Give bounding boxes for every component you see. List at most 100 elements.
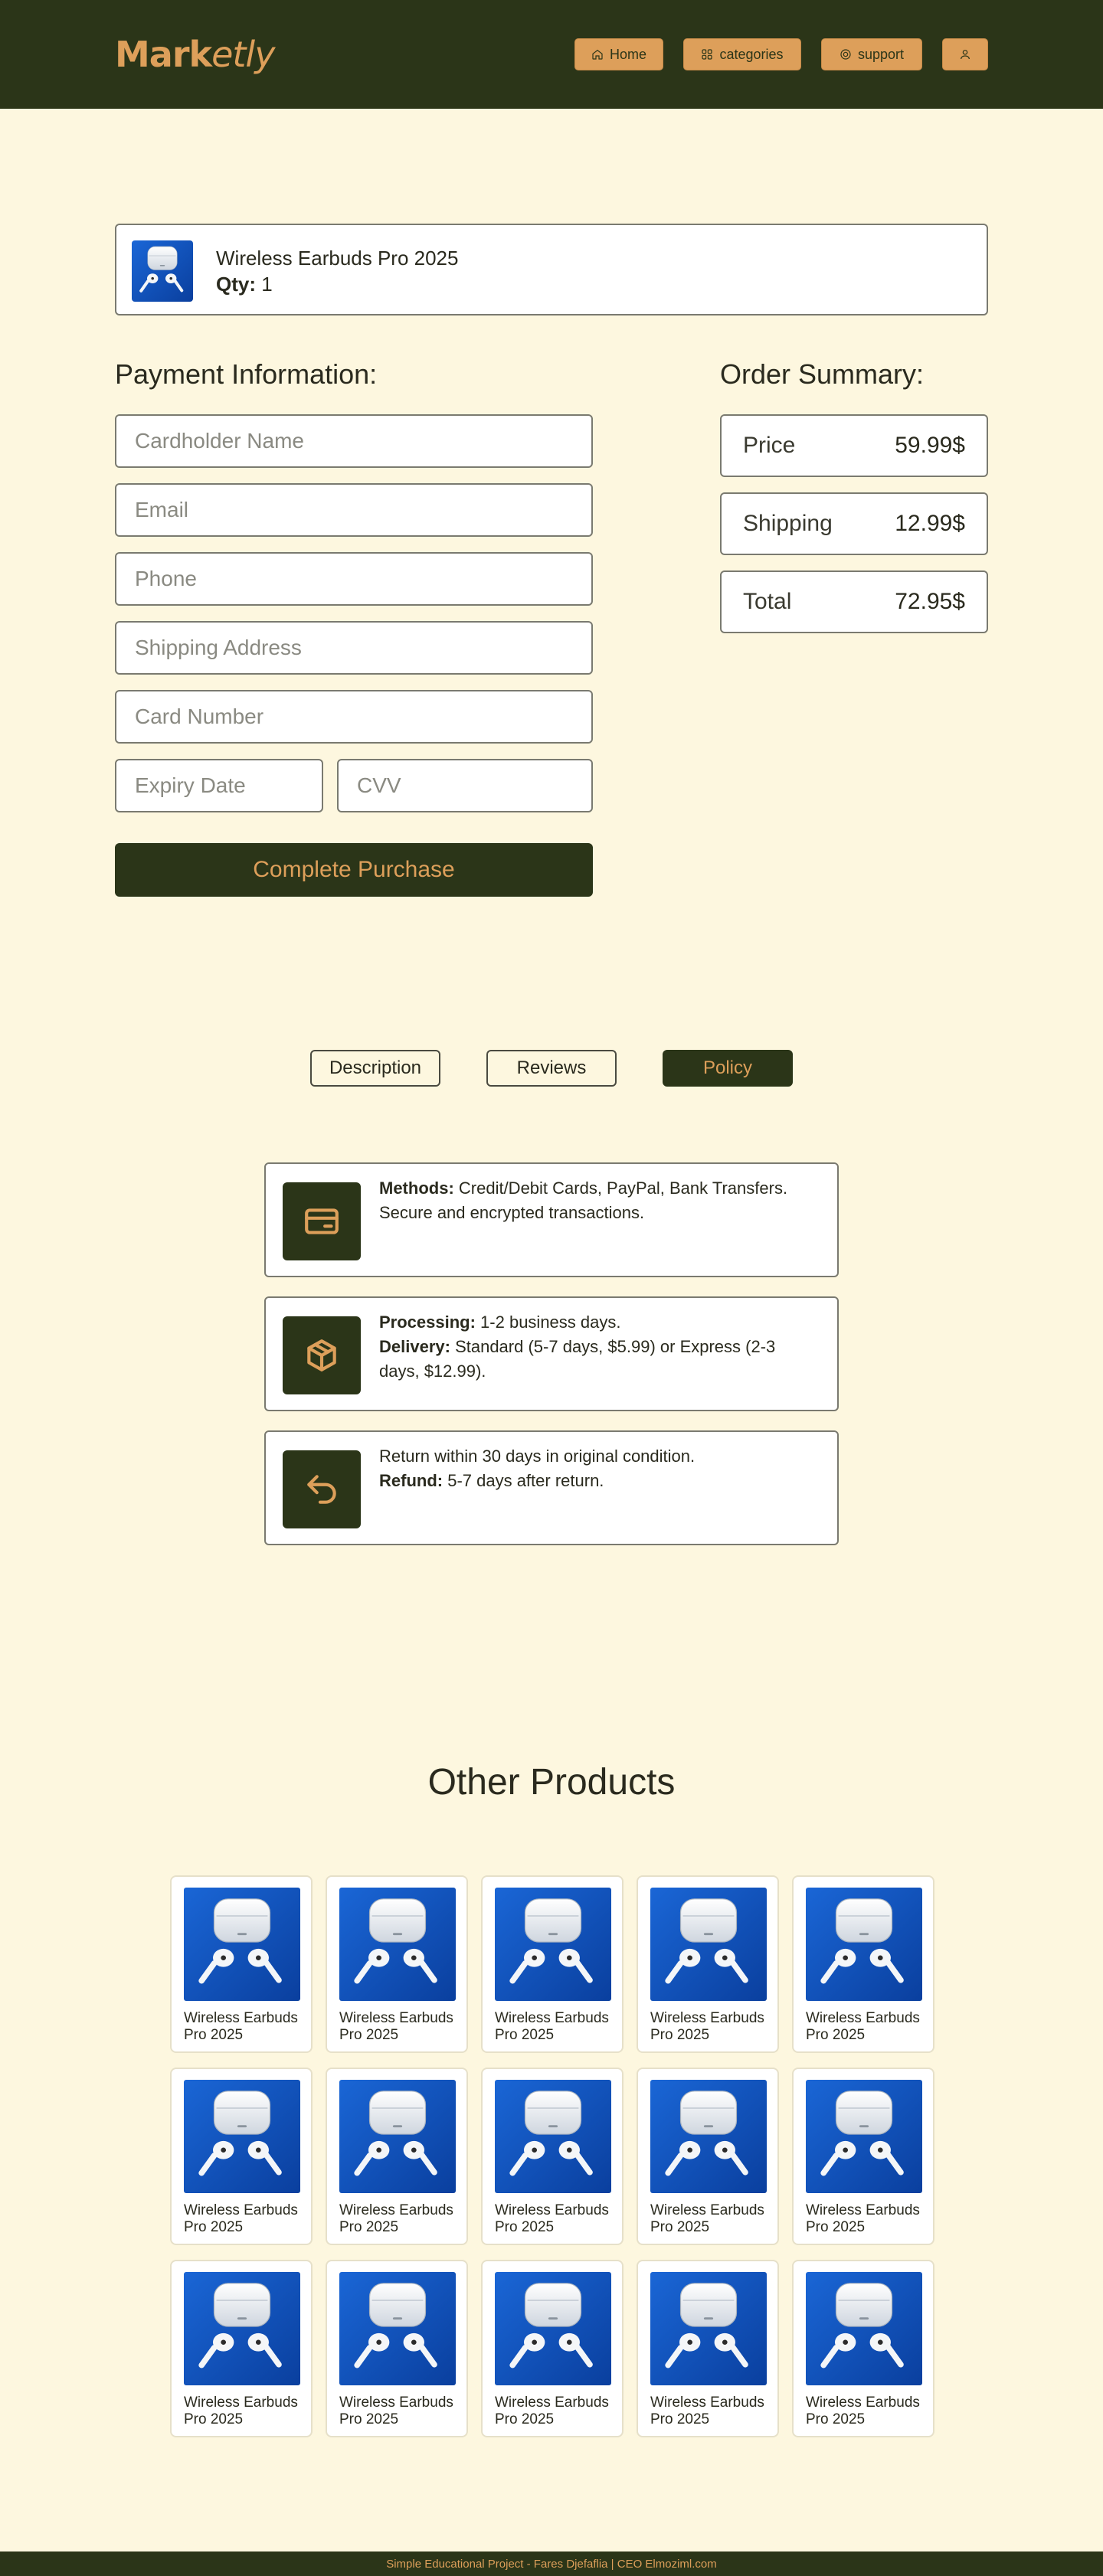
nav-categories-label: categories [719, 46, 784, 62]
product-name: Wireless Earbuds Pro 2025 [339, 2395, 453, 2427]
product-name: Wireless Earbuds Pro 2025 [495, 2202, 609, 2235]
product-image [650, 2272, 767, 2385]
product-image [806, 2272, 922, 2385]
shipping-address-input[interactable] [115, 621, 593, 675]
refund-text: 5-7 days after return. [443, 1471, 604, 1490]
cardholder-name-input[interactable] [115, 414, 593, 468]
product-card[interactable]: Wireless Earbuds Pro 2025 [637, 1875, 779, 2053]
product-image [806, 2080, 922, 2193]
nav-categories-button[interactable]: categories [683, 38, 801, 70]
product-card[interactable]: Wireless Earbuds Pro 2025 [792, 2260, 934, 2437]
top-navbar: Marketly Home categories support [0, 0, 1103, 109]
product-name: Wireless Earbuds Pro 2025 [495, 2010, 609, 2043]
methods-text: Credit/Debit Cards, PayPal, Bank Transfe… [453, 1178, 788, 1198]
product-image [184, 2080, 300, 2193]
expiry-date-input[interactable] [115, 759, 323, 812]
cart-item-name: Wireless Earbuds Pro 2025 [216, 247, 459, 270]
product-card[interactable]: Wireless Earbuds Pro 2025 [326, 2260, 468, 2437]
product-name: Wireless Earbuds Pro 2025 [184, 2010, 298, 2043]
product-thumbnail [132, 240, 193, 302]
summary-label: Price [743, 433, 796, 458]
product-image [184, 1888, 300, 2001]
product-name: Wireless Earbuds Pro 2025 [184, 2395, 298, 2427]
product-image [495, 1888, 611, 2001]
product-card[interactable]: Wireless Earbuds Pro 2025 [637, 2260, 779, 2437]
delivery-label: Delivery: [379, 1337, 450, 1356]
product-card[interactable]: Wireless Earbuds Pro 2025 [481, 2260, 624, 2437]
summary-row-shipping: Shipping 12.99$ [720, 492, 988, 555]
tab-description[interactable]: Description [310, 1050, 440, 1087]
email-input[interactable] [115, 483, 593, 537]
qty-label: Qty: [216, 273, 256, 296]
product-image [495, 2272, 611, 2385]
policy-card-returns: Return within 30 days in original condit… [264, 1430, 839, 1545]
payment-title: Payment Information: [115, 358, 378, 390]
logo-italic-text: etly [211, 34, 275, 75]
product-card[interactable]: Wireless Earbuds Pro 2025 [170, 2260, 313, 2437]
product-card[interactable]: Wireless Earbuds Pro 2025 [792, 1875, 934, 2053]
product-card[interactable]: Wireless Earbuds Pro 2025 [481, 1875, 624, 2053]
policy-card-payment: Methods: Credit/Debit Cards, PayPal, Ban… [264, 1162, 839, 1277]
policy-text: Return within 30 days in original condit… [379, 1444, 816, 1493]
logo[interactable]: Marketly [115, 34, 275, 75]
tab-policy[interactable]: Policy [663, 1050, 793, 1087]
summary-label: Shipping [743, 511, 833, 536]
policy-card-shipping: Processing: 1-2 business days. Delivery:… [264, 1296, 839, 1411]
product-name: Wireless Earbuds Pro 2025 [806, 2395, 920, 2427]
product-card[interactable]: Wireless Earbuds Pro 2025 [792, 2068, 934, 2245]
product-card[interactable]: Wireless Earbuds Pro 2025 [326, 1875, 468, 2053]
product-image [339, 1888, 456, 2001]
qty-value: 1 [261, 273, 273, 296]
tab-reviews[interactable]: Reviews [486, 1050, 617, 1087]
other-products-title: Other Products [427, 1762, 676, 1803]
summary-value: 12.99$ [895, 511, 965, 536]
product-name: Wireless Earbuds Pro 2025 [495, 2395, 609, 2427]
policy-text: Processing: 1-2 business days. Delivery:… [379, 1310, 816, 1384]
credit-card-icon [283, 1182, 361, 1260]
cvv-input[interactable] [337, 759, 593, 812]
product-card[interactable]: Wireless Earbuds Pro 2025 [637, 2068, 779, 2245]
return-arrow-icon [283, 1450, 361, 1528]
product-card[interactable]: Wireless Earbuds Pro 2025 [170, 2068, 313, 2245]
refund-label: Refund: [379, 1471, 443, 1490]
product-image [339, 2272, 456, 2385]
product-name: Wireless Earbuds Pro 2025 [806, 2010, 920, 2043]
secure-text: Secure and encrypted transactions. [379, 1203, 645, 1222]
product-card[interactable]: Wireless Earbuds Pro 2025 [326, 2068, 468, 2245]
home-icon [592, 49, 603, 60]
product-card[interactable]: Wireless Earbuds Pro 2025 [481, 2068, 624, 2245]
product-name: Wireless Earbuds Pro 2025 [339, 2010, 453, 2043]
policy-text: Methods: Credit/Debit Cards, PayPal, Ban… [379, 1176, 816, 1225]
nav-account-button[interactable] [942, 38, 988, 70]
product-image [184, 2272, 300, 2385]
product-name: Wireless Earbuds Pro 2025 [650, 2202, 764, 2235]
logo-bold-text: Mark [115, 34, 212, 75]
product-card[interactable]: Wireless Earbuds Pro 2025 [170, 1875, 313, 2053]
product-name: Wireless Earbuds Pro 2025 [184, 2202, 298, 2235]
summary-row-total: Total 72.95$ [720, 570, 988, 633]
product-image [650, 2080, 767, 2193]
processing-text: 1-2 business days. [475, 1313, 621, 1332]
product-name: Wireless Earbuds Pro 2025 [650, 2010, 764, 2043]
summary-row-price: Price 59.99$ [720, 414, 988, 477]
nav-home-button[interactable]: Home [574, 38, 663, 70]
summary-value: 72.95$ [895, 589, 965, 614]
summary-label: Total [743, 589, 792, 614]
complete-purchase-button[interactable]: Complete Purchase [115, 843, 593, 897]
product-name: Wireless Earbuds Pro 2025 [806, 2202, 920, 2235]
cart-item: Wireless Earbuds Pro 2025 Qty: 1 [115, 224, 988, 315]
card-number-input[interactable] [115, 690, 593, 744]
product-name: Wireless Earbuds Pro 2025 [650, 2395, 764, 2427]
grid-icon [702, 49, 713, 60]
methods-label: Methods: [379, 1178, 454, 1198]
processing-label: Processing: [379, 1313, 476, 1332]
user-icon [961, 50, 970, 60]
nav-support-button[interactable]: support [821, 38, 922, 70]
product-image [495, 2080, 611, 2193]
phone-input[interactable] [115, 552, 593, 606]
lifebuoy-icon [840, 49, 851, 60]
product-image [650, 1888, 767, 2001]
cart-item-qty: Qty: 1 [216, 273, 273, 296]
footer: Simple Educational Project - Fares Djefa… [0, 2551, 1103, 2576]
product-image [806, 1888, 922, 2001]
